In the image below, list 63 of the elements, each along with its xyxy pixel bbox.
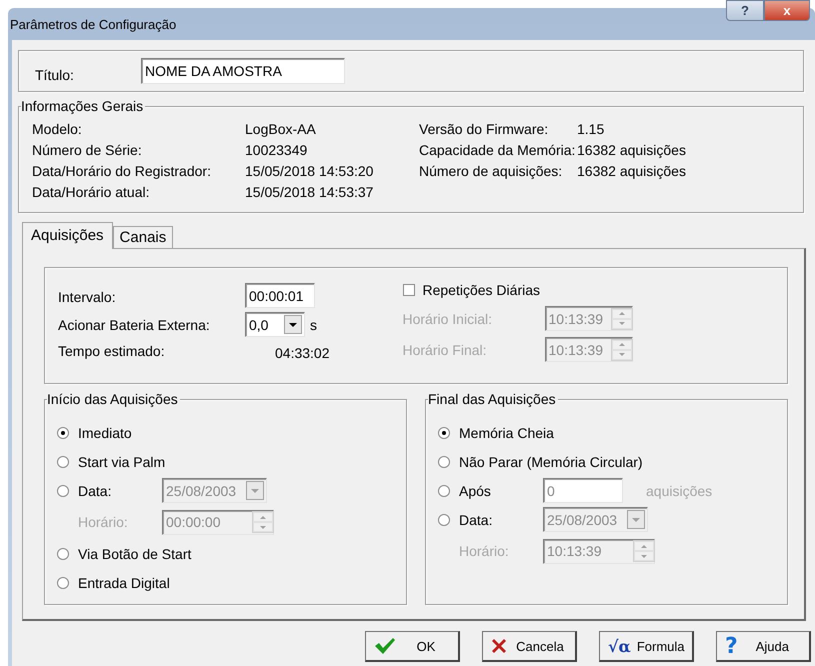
formula-button[interactable]: √α Formula [599, 631, 694, 662]
info-label: Modelo: [32, 121, 83, 137]
option-label: Entrada Digital [78, 574, 170, 590]
checkbox[interactable] [402, 284, 414, 296]
tab[interactable]: Canais [112, 226, 174, 248]
option-label: Memória Cheia [459, 424, 554, 440]
interval-field[interactable]: 00:00:01 [245, 283, 315, 308]
info-label: Versão do Firmware: [419, 121, 550, 137]
option-label: Data: [78, 482, 112, 498]
info-value: 15/05/2018 14:53:37 [245, 184, 374, 200]
battery-label: Acionar Bateria Externa: [58, 316, 211, 332]
spin-buttons-icon[interactable] [252, 511, 274, 533]
help-button[interactable]: ? Ajuda [716, 631, 811, 662]
option-label: Não Parar (Memória Circular) [459, 454, 643, 470]
title-field[interactable]: NOME DA AMOSTRA [141, 58, 345, 84]
start-time-label: Horário Inicial: [402, 310, 493, 326]
help-button[interactable]: ? [726, 0, 764, 21]
spin-buttons-icon[interactable] [610, 338, 632, 360]
spin-buttons-icon[interactable] [610, 308, 632, 330]
group-legend: Informações Gerais [21, 98, 146, 114]
info-value: 16382 aquisições [577, 163, 686, 179]
info-label: Data/Horário atual: [32, 184, 151, 200]
radio-button[interactable] [57, 456, 69, 468]
tab[interactable]: Aquisições [22, 222, 113, 249]
info-value: 16382 aquisições [577, 142, 686, 158]
option-label: Via Botão de Start [78, 546, 192, 562]
checkmark-icon [374, 637, 396, 655]
window-title: Parâmetros de Configuração [10, 16, 176, 32]
option-label: Imediato [78, 424, 132, 440]
option-label: Start via Palm [78, 454, 166, 470]
info-label: Número de aquisições: [419, 163, 564, 179]
cancel-button[interactable]: Cancela [482, 631, 577, 662]
checkbox-label: Repetições Diárias [422, 282, 540, 298]
title-label: Título: [35, 67, 75, 83]
help-icon: ? [725, 634, 738, 658]
option-label: Após [459, 482, 492, 498]
group-legend: Final das Aquisições [428, 391, 558, 407]
ok-button[interactable]: OK [365, 631, 460, 662]
option-label: Data: [459, 512, 494, 528]
unit-label: aquisições [646, 482, 712, 498]
info-value: LogBox-AA [245, 121, 317, 137]
time-label: Horário: [78, 514, 129, 530]
unit-label: s [310, 316, 317, 332]
info-value: 15/05/2018 14:53:20 [245, 163, 374, 179]
interval-label: Intervalo: [58, 288, 117, 304]
group-legend: Início das Aquisições [47, 391, 180, 407]
spin-buttons-icon[interactable] [633, 540, 655, 562]
time-label: Horário: [459, 543, 510, 559]
end-time-label: Horário Final: [402, 342, 488, 358]
radio-button[interactable] [57, 426, 69, 438]
estimated-time-value: 04:33:02 [275, 345, 330, 361]
radio-button[interactable] [438, 456, 450, 468]
radio-button[interactable] [57, 576, 69, 588]
info-label: Data/Horário do Registrador: [32, 163, 212, 179]
info-label: Capacidade da Memória: [419, 142, 576, 158]
info-value: 10023349 [245, 142, 308, 158]
formula-icon: √α [608, 636, 631, 656]
info-label: Número de Série: [32, 142, 143, 158]
radio-button[interactable] [438, 426, 450, 438]
estimated-time-label: Tempo estimado: [58, 343, 166, 359]
radio-button[interactable] [57, 548, 69, 560]
close-icon [491, 638, 507, 654]
info-value: 1.15 [577, 121, 606, 137]
